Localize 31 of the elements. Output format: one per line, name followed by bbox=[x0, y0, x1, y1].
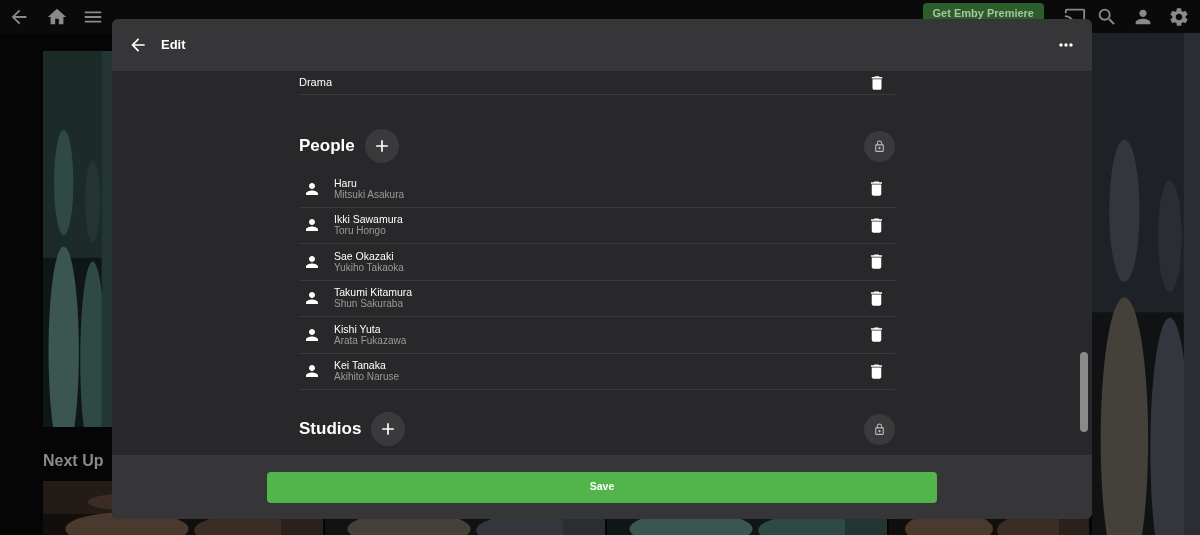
person-name: Kei Tanaka bbox=[334, 359, 387, 372]
lock-icon bbox=[873, 139, 886, 153]
dialog-title: Edit bbox=[161, 36, 186, 55]
add-button[interactable] bbox=[371, 412, 406, 446]
section-title: Studios bbox=[299, 418, 362, 441]
person-row[interactable]: Kishi Yuta Arata Fukazawa bbox=[299, 317, 895, 354]
scrollbar[interactable] bbox=[1080, 352, 1088, 432]
person-row[interactable]: Haru Mitsuki Asakura bbox=[299, 171, 895, 208]
person-role: Shun Sakuraba bbox=[334, 298, 404, 311]
person-role: Mitsuki Asakura bbox=[334, 188, 406, 201]
section-title: Next Up bbox=[43, 451, 105, 471]
person-row[interactable]: Takumi Kitamura Shun Sakuraba bbox=[299, 280, 895, 317]
person-row[interactable]: Sae Okazaki Yukiho Takaoka bbox=[299, 244, 895, 281]
person-name: Kishi Yuta bbox=[334, 322, 382, 335]
section-title: People bbox=[299, 135, 355, 158]
person-name: Sae Okazaki bbox=[334, 249, 395, 262]
lock-icon bbox=[873, 422, 886, 436]
person-role: Akihito Naruse bbox=[334, 371, 401, 384]
person-name: Ikki Sawamura bbox=[334, 213, 404, 226]
lock-button[interactable] bbox=[864, 130, 895, 162]
add-button[interactable] bbox=[364, 129, 399, 163]
genre-name: Drama bbox=[299, 75, 333, 91]
person-role: Yukiho Takaoka bbox=[334, 261, 405, 274]
person-row[interactable]: Ikki Sawamura Toru Hongo bbox=[299, 207, 895, 244]
person-name: Takumi Kitamura bbox=[334, 286, 414, 299]
lock-button[interactable] bbox=[864, 413, 895, 445]
person-role: Arata Fukazawa bbox=[334, 334, 408, 347]
person-name: Haru bbox=[334, 176, 358, 189]
person-row[interactable]: Kei Tanaka Akihito Naruse bbox=[299, 353, 895, 390]
person-role: Toru Hongo bbox=[334, 225, 387, 238]
settings-icon[interactable] bbox=[1168, 5, 1190, 28]
